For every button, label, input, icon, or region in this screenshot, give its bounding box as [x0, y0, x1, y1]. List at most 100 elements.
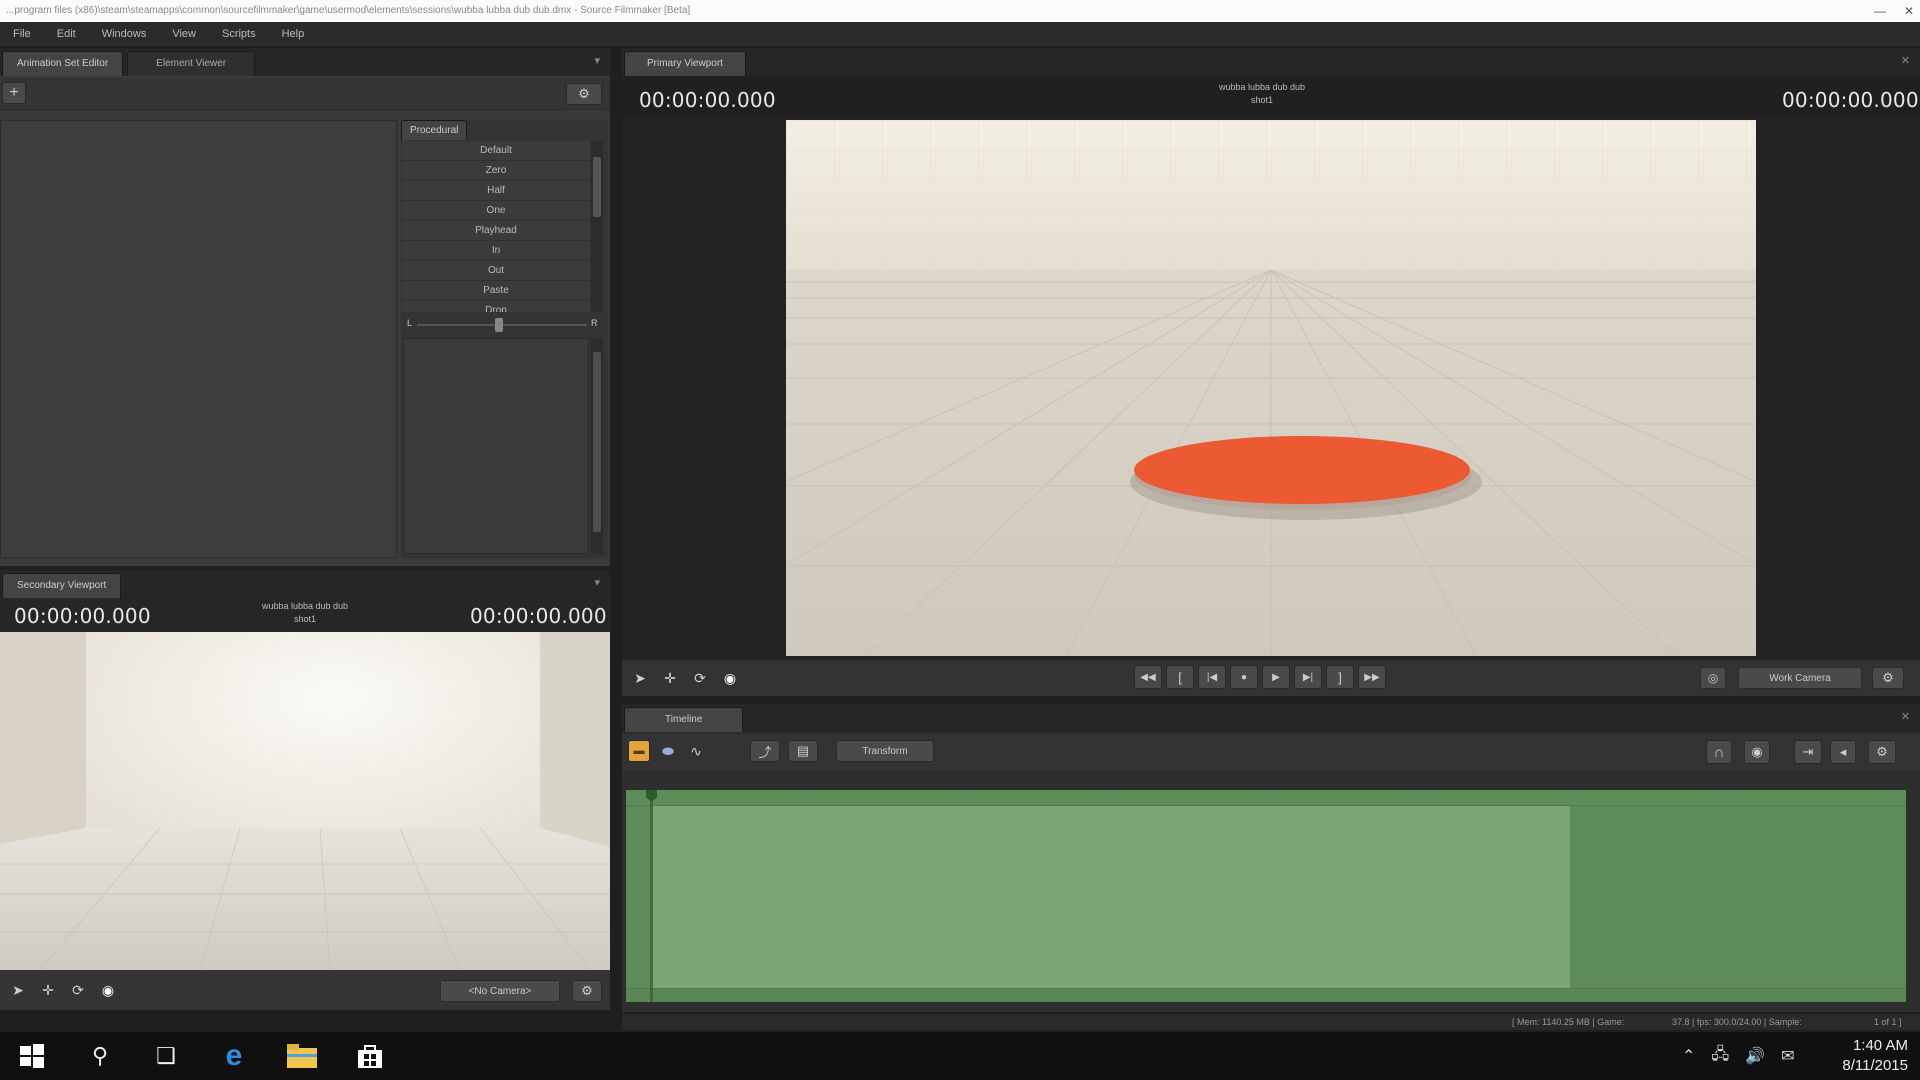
menu-help[interactable]: Help: [269, 28, 318, 40]
tick-20: 20: [959, 792, 968, 801]
menu-edit[interactable]: Edit: [44, 28, 89, 40]
timeline-ruler[interactable]: 0 10 20 30 40 50 60 70: [626, 790, 1906, 806]
graph-editor-icon[interactable]: ∿: [684, 740, 708, 762]
start-button-windows-icon[interactable]: [4, 1032, 60, 1080]
windows-taskbar: ⚲ ❑ e ⌃ 🖧 🔊 ✉ 1:40 AM 8/11/2015: [0, 1032, 1920, 1080]
tick-30: 30: [1112, 792, 1121, 801]
procedural-default[interactable]: Default: [402, 141, 590, 161]
record-icon[interactable]: ●: [1230, 665, 1258, 689]
select-tool-icon[interactable]: ➤: [628, 667, 652, 689]
procedural-scroll-thumb[interactable]: [593, 157, 601, 217]
procedural-zero[interactable]: Zero: [402, 161, 590, 181]
mark-out-icon[interactable]: ]: [1326, 665, 1354, 689]
secondary-viewport-canvas[interactable]: [0, 632, 610, 970]
clip-editor-icon[interactable]: ▬: [628, 740, 650, 762]
camera-lock-icon[interactable]: ◉: [1744, 740, 1770, 764]
motion-editor-icon[interactable]: ⬬: [656, 740, 680, 762]
pivot-tool-icon[interactable]: ◉: [718, 667, 742, 689]
store-icon[interactable]: [342, 1032, 398, 1080]
tab-procedural[interactable]: Procedural: [401, 120, 468, 140]
mute-icon[interactable]: ◂: [1830, 740, 1856, 764]
animation-set-tree[interactable]: [0, 120, 397, 558]
taskbar-clock[interactable]: 1:40 AM 8/11/2015: [1808, 1036, 1908, 1076]
procedural-out[interactable]: Out: [402, 261, 590, 281]
go-to-end-icon[interactable]: ⇥: [1794, 740, 1822, 764]
animation-set-editor-panel: Animation Set Editor Element Viewer ▾ + …: [0, 48, 610, 566]
tray-expand-chevron-icon[interactable]: ⌃: [1682, 1046, 1695, 1066]
status-page: 1 of 1 ]: [1874, 1017, 1902, 1027]
panel-menu-icon[interactable]: ▾: [594, 576, 600, 589]
timeline-settings-gear-icon[interactable]: ⚙: [1868, 740, 1896, 764]
task-view-icon[interactable]: ❑: [138, 1032, 194, 1080]
transport-controls: ◀◀ [ |◀ ● ▶ ▶| ] ▶▶: [1134, 665, 1424, 691]
panel-close-icon[interactable]: ✕: [1901, 710, 1910, 723]
search-icon[interactable]: ⚲: [72, 1032, 128, 1080]
next-frame-icon[interactable]: ▶|: [1294, 665, 1322, 689]
tab-element-viewer[interactable]: Element Viewer: [127, 51, 256, 76]
procedural-paste[interactable]: Paste: [402, 281, 590, 301]
move-tool-icon[interactable]: ✛: [658, 667, 682, 689]
timeline-track-area[interactable]: 0 10 20 30 40 50 60 70: [626, 790, 1906, 1002]
pivot-tool-icon[interactable]: ◉: [96, 979, 120, 1001]
edge-browser-icon[interactable]: e: [206, 1032, 262, 1080]
red-disc-object[interactable]: [1134, 436, 1470, 504]
magnet-icon[interactable]: ∩: [1706, 740, 1732, 764]
menu-windows[interactable]: Windows: [89, 28, 160, 40]
menu-view[interactable]: View: [159, 28, 209, 40]
rotate-tool-icon[interactable]: ⟳: [66, 979, 90, 1001]
close-button[interactable]: ✕: [1904, 4, 1914, 18]
menu-scripts[interactable]: Scripts: [209, 28, 269, 40]
primary-camera-select[interactable]: Work Camera: [1738, 667, 1862, 689]
playhead-line[interactable]: [650, 790, 653, 1002]
procedural-half[interactable]: Half: [402, 181, 590, 201]
panel-close-icon[interactable]: ✕: [1901, 54, 1910, 67]
mark-in-icon[interactable]: [: [1166, 665, 1194, 689]
window-controls: — ✕: [1874, 0, 1914, 22]
panel-menu-icon[interactable]: ▾: [594, 54, 600, 67]
procedural-playhead[interactable]: Playhead: [402, 221, 590, 241]
camera-options-icon[interactable]: ◎: [1700, 667, 1726, 689]
snap-icon[interactable]: ⤴: [750, 740, 780, 762]
secondary-settings-gear-icon[interactable]: ⚙: [572, 980, 602, 1002]
select-tool-icon[interactable]: ➤: [6, 979, 30, 1001]
procedural-one[interactable]: One: [402, 201, 590, 221]
settings-gear-icon[interactable]: ⚙: [566, 83, 602, 105]
rotate-tool-icon[interactable]: ⟳: [688, 667, 712, 689]
primary-viewport-canvas[interactable]: [786, 120, 1756, 656]
timeline-mode-select[interactable]: Transform: [836, 740, 934, 762]
fast-forward-to-end-icon[interactable]: ▶▶: [1358, 665, 1386, 689]
procedural-drop[interactable]: Drop: [402, 301, 590, 312]
volume-icon[interactable]: 🔊: [1745, 1046, 1765, 1066]
rewind-to-start-icon[interactable]: ◀◀: [1134, 665, 1162, 689]
tab-animation-set-editor[interactable]: Animation Set Editor: [2, 51, 124, 76]
secondary-viewport-panel: Secondary Viewport ▾ 00:00:00.000 wubba …: [0, 570, 610, 1010]
network-icon[interactable]: 🖧: [1711, 1043, 1729, 1070]
secondary-time-left: 00:00:00.000: [14, 604, 151, 628]
tab-primary-viewport[interactable]: Primary Viewport: [624, 51, 746, 76]
menu-bar: File Edit Windows View Scripts Help: [0, 22, 1920, 46]
tab-secondary-viewport[interactable]: Secondary Viewport: [2, 573, 122, 598]
previous-frame-icon[interactable]: |◀: [1198, 665, 1226, 689]
move-tool-icon[interactable]: ✛: [36, 979, 60, 1001]
procedural-in[interactable]: In: [402, 241, 590, 261]
balance-slider[interactable]: L R: [403, 316, 603, 334]
slider-handle[interactable]: [495, 318, 503, 332]
add-animation-set-button[interactable]: +: [2, 82, 26, 104]
detail-scroll-thumb[interactable]: [593, 352, 601, 532]
frame-tool-icon[interactable]: ▤: [788, 740, 818, 762]
slider-right-label: R: [591, 318, 598, 328]
notifications-icon[interactable]: ✉: [1781, 1046, 1794, 1066]
detail-scrollbar[interactable]: [591, 338, 603, 554]
tab-timeline[interactable]: Timeline: [624, 707, 744, 732]
clock-date: 8/11/2015: [1842, 1057, 1908, 1074]
primary-settings-gear-icon[interactable]: ⚙: [1872, 667, 1904, 689]
play-icon[interactable]: ▶: [1262, 665, 1290, 689]
shot-clip[interactable]: [652, 806, 1570, 988]
menu-file[interactable]: File: [0, 28, 44, 40]
procedural-scrollbar[interactable]: [591, 141, 603, 312]
file-explorer-icon[interactable]: [274, 1032, 330, 1080]
secondary-camera-select[interactable]: <No Camera>: [440, 980, 560, 1002]
minimize-button[interactable]: —: [1874, 4, 1886, 18]
status-fps: 37.8 | fps: 300.0/24.00 | Sample:: [1672, 1017, 1802, 1027]
primary-session-info: wubba lubba dub dub shot1: [1152, 81, 1372, 107]
